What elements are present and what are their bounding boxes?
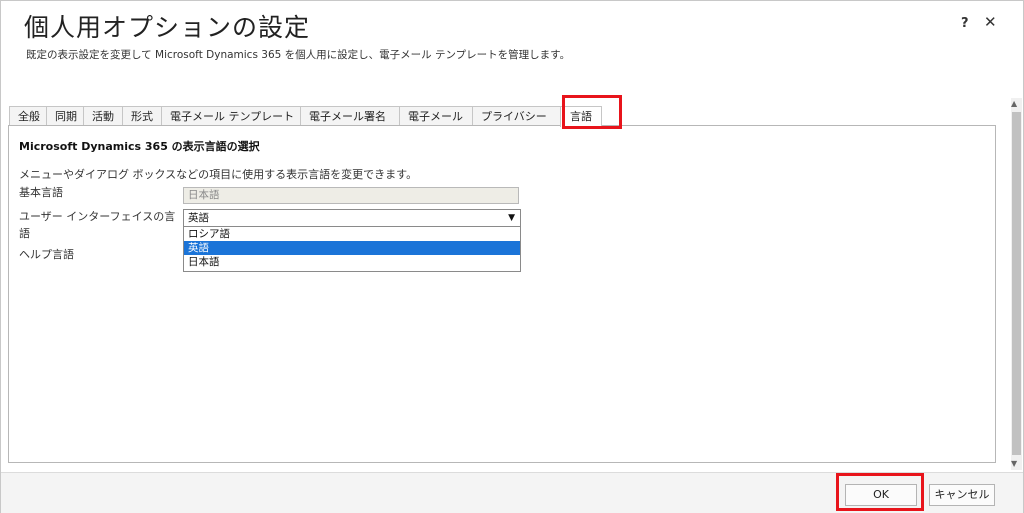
base-language-field: 日本語 bbox=[183, 187, 519, 204]
ui-language-dropdown-list: ロシア語 英語 日本語 bbox=[183, 227, 521, 272]
section-description: メニューやダイアログ ボックスなどの項目に使用する表示言語を変更できます。 bbox=[19, 168, 418, 181]
scroll-up-arrow-icon[interactable]: ▲ bbox=[1011, 99, 1017, 108]
language-panel: Microsoft Dynamics 365 の表示言語の選択 メニューやダイア… bbox=[8, 125, 996, 463]
ui-language-selected-value: 英語 bbox=[188, 212, 209, 224]
help-language-label: ヘルプ言語 bbox=[19, 248, 74, 261]
scrollbar-thumb[interactable] bbox=[1012, 112, 1021, 455]
tab-bar: 全般 同期 活動 形式 電子メール テンプレート 電子メール署名 電子メール プ… bbox=[9, 106, 602, 127]
base-language-label: 基本言語 bbox=[19, 186, 63, 199]
option-japanese[interactable]: 日本語 bbox=[184, 255, 520, 269]
cancel-button[interactable]: キャンセル bbox=[929, 484, 995, 506]
tab-activities[interactable]: 活動 bbox=[83, 106, 123, 126]
dialog-title: 個人用オプションの設定 bbox=[24, 13, 311, 42]
tab-privacy[interactable]: プライバシー bbox=[472, 106, 561, 126]
ok-highlight-box bbox=[836, 473, 924, 511]
ui-language-select[interactable]: 英語 ▼ bbox=[183, 209, 521, 227]
dropdown-arrow-icon[interactable]: ▼ bbox=[508, 210, 515, 226]
tab-general[interactable]: 全般 bbox=[9, 106, 47, 126]
tab-sync[interactable]: 同期 bbox=[46, 106, 84, 126]
close-icon[interactable]: ✕ bbox=[984, 13, 997, 31]
tab-email-templates[interactable]: 電子メール テンプレート bbox=[161, 106, 301, 126]
scroll-down-arrow-icon[interactable]: ▼ bbox=[1011, 459, 1017, 468]
section-title: Microsoft Dynamics 365 の表示言語の選択 bbox=[19, 140, 260, 153]
tab-email[interactable]: 電子メール bbox=[399, 106, 473, 126]
ui-language-label-line2: 語 bbox=[19, 227, 30, 240]
tab-formats[interactable]: 形式 bbox=[122, 106, 162, 126]
ui-language-label-line1: ユーザー インターフェイスの言 bbox=[19, 210, 176, 223]
tab-email-signatures[interactable]: 電子メール署名 bbox=[300, 106, 400, 126]
option-english[interactable]: 英語 bbox=[184, 241, 520, 255]
help-icon[interactable]: ? bbox=[961, 16, 969, 31]
tab-highlight-box bbox=[562, 95, 622, 129]
dialog-subtitle: 既定の表示設定を変更して Microsoft Dynamics 365 を個人用… bbox=[26, 49, 571, 61]
ui-language-label: ユーザー インターフェイスの言 語 bbox=[19, 208, 175, 242]
option-russian[interactable]: ロシア語 bbox=[184, 227, 520, 241]
